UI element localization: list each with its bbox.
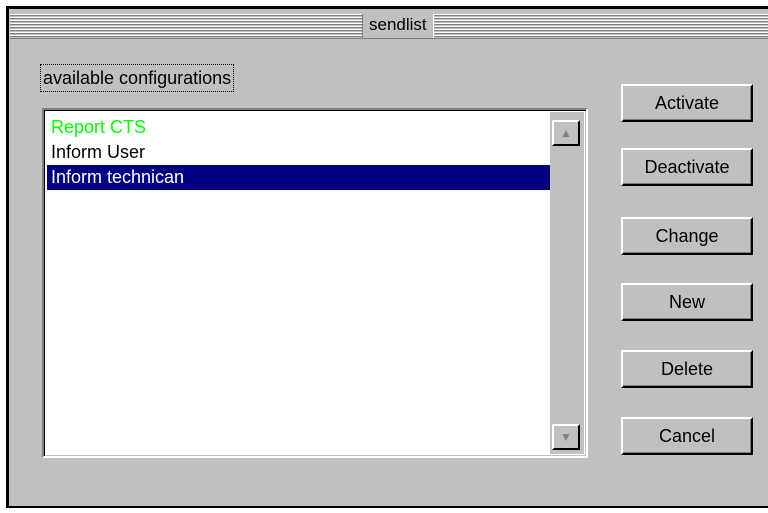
cancel-button[interactable]: Cancel [621,417,753,455]
configurations-listbox[interactable]: Report CTS Inform User Inform technican … [42,108,588,458]
scroll-down-icon[interactable]: ▼ [552,424,580,450]
new-button[interactable]: New [621,283,753,321]
vertical-scrollbar[interactable]: ▲ ▼ [550,112,584,454]
activate-button[interactable]: Activate [621,84,753,122]
list-item-report-cts[interactable]: Report CTS [47,115,552,140]
list-item-inform-user[interactable]: Inform User [47,140,552,165]
list-item-inform-technican[interactable]: Inform technican [47,165,552,190]
change-button[interactable]: Change [621,217,753,255]
list-items: Report CTS Inform User Inform technican [47,115,552,190]
available-configurations-label: available configurations [40,64,235,92]
title-bar[interactable]: sendlist [10,14,768,39]
scroll-up-icon[interactable]: ▲ [552,120,580,146]
delete-button[interactable]: Delete [621,350,753,388]
deactivate-button[interactable]: Deactivate [621,148,753,186]
window-title: sendlist [362,14,434,38]
